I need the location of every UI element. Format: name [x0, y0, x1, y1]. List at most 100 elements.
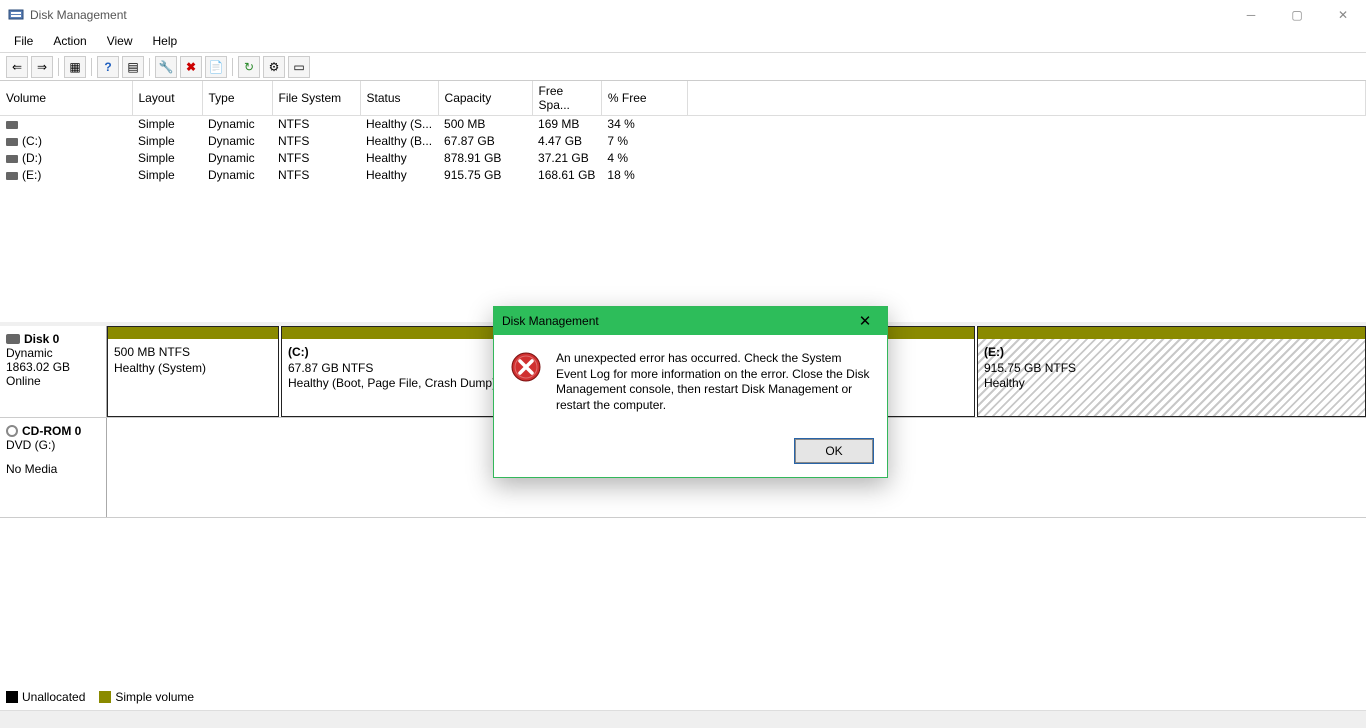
volume-icon: [6, 155, 18, 163]
legend-swatch-unallocated: [6, 691, 18, 703]
volume-type: Dynamic: [202, 167, 272, 184]
volume-row[interactable]: (C:) Simple Dynamic NTFS Healthy (B... 6…: [0, 133, 1366, 150]
volume-fs: NTFS: [272, 150, 360, 167]
volume-status: Healthy (S...: [360, 116, 438, 133]
volume-free: 168.61 GB: [532, 167, 601, 184]
volume-layout: Simple: [132, 167, 202, 184]
volume-layout: Simple: [132, 116, 202, 133]
cdrom-status: No Media: [6, 462, 100, 476]
volume-status: Healthy (B...: [360, 133, 438, 150]
partition-header: [108, 327, 278, 339]
volume-status: Healthy: [360, 150, 438, 167]
volume-capacity: 67.87 GB: [438, 133, 532, 150]
menu-file[interactable]: File: [4, 32, 43, 50]
toolbar-separator: [58, 58, 59, 76]
toolbar-wizard-icon[interactable]: 🔧: [155, 56, 177, 78]
window-title: Disk Management: [30, 8, 127, 22]
disk-type: Dynamic: [6, 346, 100, 360]
disk-status: Online: [6, 374, 100, 388]
app-icon: [8, 7, 24, 23]
partition-e[interactable]: (E:) 915.75 GB NTFS Healthy: [977, 326, 1366, 417]
maximize-button[interactable]: ▢: [1274, 0, 1320, 30]
toolbar-separator: [149, 58, 150, 76]
volume-layout: Simple: [132, 150, 202, 167]
volume-row[interactable]: Simple Dynamic NTFS Healthy (S... 500 MB…: [0, 116, 1366, 133]
toolbar-extra-icon[interactable]: ▭: [288, 56, 310, 78]
volume-fs: NTFS: [272, 167, 360, 184]
close-button[interactable]: ✕: [1320, 0, 1366, 30]
dialog-title: Disk Management: [502, 314, 599, 328]
toolbar-separator: [91, 58, 92, 76]
volume-row[interactable]: (E:) Simple Dynamic NTFS Healthy 915.75 …: [0, 167, 1366, 184]
volume-name: (E:): [22, 168, 41, 182]
col-layout[interactable]: Layout: [132, 81, 202, 116]
col-status[interactable]: Status: [360, 81, 438, 116]
toolbar-grid-icon[interactable]: ▦: [64, 56, 86, 78]
volume-pct: 34 %: [601, 116, 687, 133]
volume-icon: [6, 138, 18, 146]
volume-capacity: 915.75 GB: [438, 167, 532, 184]
partition-header: [978, 327, 1365, 339]
partition-size: 500 MB NTFS: [114, 345, 272, 361]
cdrom-icon: [6, 425, 18, 437]
properties-icon[interactable]: 📄: [205, 56, 227, 78]
volume-icon: [6, 172, 18, 180]
partition-size: 915.75 GB NTFS: [984, 361, 1359, 377]
minimize-button[interactable]: ─: [1228, 0, 1274, 30]
volume-list: Volume Layout Type File System Status Ca…: [0, 81, 1366, 326]
col-empty: [687, 81, 1365, 116]
volume-free: 37.21 GB: [532, 150, 601, 167]
error-dialog: Disk Management ✕ An unexpected error ha…: [493, 306, 888, 478]
disk-info-cdrom[interactable]: CD-ROM 0 DVD (G:) No Media: [0, 418, 107, 517]
ok-button[interactable]: OK: [795, 439, 873, 463]
dialog-message: An unexpected error has occurred. Check …: [556, 351, 871, 413]
title-bar: Disk Management ─ ▢ ✕: [0, 0, 1366, 30]
legend-unallocated: Unallocated: [22, 690, 85, 704]
toolbar-list-icon[interactable]: ▤: [122, 56, 144, 78]
volume-free: 4.47 GB: [532, 133, 601, 150]
refresh-icon[interactable]: ↻: [238, 56, 260, 78]
col-free[interactable]: Free Spa...: [532, 81, 601, 116]
volume-row[interactable]: (D:) Simple Dynamic NTFS Healthy 878.91 …: [0, 150, 1366, 167]
volume-name: (C:): [22, 134, 42, 148]
forward-button[interactable]: ⇒: [31, 56, 53, 78]
legend-simple: Simple volume: [115, 690, 194, 704]
volume-fs: NTFS: [272, 116, 360, 133]
back-button[interactable]: ⇐: [6, 56, 28, 78]
partition-title: (E:): [984, 345, 1004, 359]
col-capacity[interactable]: Capacity: [438, 81, 532, 116]
col-volume[interactable]: Volume: [0, 81, 132, 116]
col-fs[interactable]: File System: [272, 81, 360, 116]
col-pct[interactable]: % Free: [601, 81, 687, 116]
help-icon[interactable]: ?: [97, 56, 119, 78]
dialog-close-button[interactable]: ✕: [851, 312, 879, 330]
cdrom-label: DVD (G:): [6, 438, 100, 452]
volume-pct: 18 %: [601, 167, 687, 184]
volume-type: Dynamic: [202, 150, 272, 167]
volume-type: Dynamic: [202, 116, 272, 133]
toolbar-separator: [232, 58, 233, 76]
col-type[interactable]: Type: [202, 81, 272, 116]
partition-title: (C:): [288, 345, 309, 359]
menu-view[interactable]: View: [97, 32, 143, 50]
disk-name: CD-ROM 0: [22, 424, 81, 438]
partition-system[interactable]: 500 MB NTFS Healthy (System): [107, 326, 279, 417]
bottom-band: [0, 710, 1366, 728]
delete-icon[interactable]: ✖: [180, 56, 202, 78]
volume-pct: 7 %: [601, 133, 687, 150]
volume-type: Dynamic: [202, 133, 272, 150]
partition-status: Healthy: [984, 376, 1359, 392]
disk-info-disk0[interactable]: Disk 0 Dynamic 1863.02 GB Online: [0, 326, 107, 417]
disk-size: 1863.02 GB: [6, 360, 100, 374]
menu-bar: File Action View Help: [0, 30, 1366, 52]
partition-status: Healthy (System): [114, 361, 272, 377]
toolbar-action-icon[interactable]: ⚙: [263, 56, 285, 78]
volume-status: Healthy: [360, 167, 438, 184]
dialog-titlebar[interactable]: Disk Management ✕: [494, 307, 887, 335]
menu-action[interactable]: Action: [43, 32, 96, 50]
legend: Unallocated Simple volume: [6, 690, 194, 704]
volume-name: (D:): [22, 151, 42, 165]
volume-layout: Simple: [132, 133, 202, 150]
menu-help[interactable]: Help: [143, 32, 188, 50]
error-icon: [510, 351, 542, 383]
